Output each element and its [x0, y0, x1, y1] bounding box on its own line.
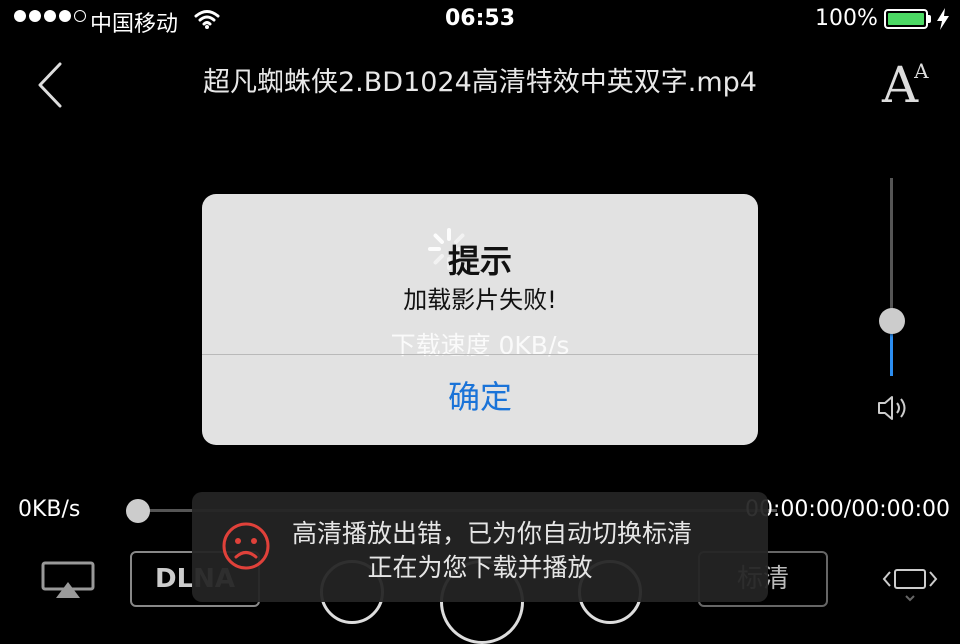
font-size-button[interactable]: AA — [882, 56, 933, 114]
download-speed-label: 0KB/s — [18, 497, 81, 522]
airplay-icon — [41, 561, 95, 598]
font-icon-large: A — [882, 56, 919, 114]
battery-fill — [888, 13, 924, 25]
speaker-icon[interactable] — [876, 394, 910, 426]
alert-ok-button[interactable]: 确定 — [202, 355, 758, 445]
battery-percent: 100% — [815, 6, 878, 31]
resize-icon — [882, 569, 938, 602]
charging-bolt-icon — [936, 8, 950, 36]
font-icon-small: A — [914, 59, 929, 83]
alert-dialog: 提示 加载影片失败! 下载速度 0KB/s 确定 — [202, 194, 758, 445]
airplay-button[interactable] — [40, 560, 96, 604]
error-toast: 高清播放出错，已为你自动切换标清 正在为您下载并播放 — [192, 492, 768, 602]
back-button[interactable] — [30, 60, 70, 114]
alert-message: 加载影片失败! — [403, 286, 557, 314]
volume-slider-knob[interactable] — [879, 308, 905, 334]
chevron-left-icon — [38, 62, 62, 108]
progress-knob[interactable] — [126, 499, 150, 523]
toast-message-line2: 正在为您下载并播放 — [367, 553, 593, 582]
battery-nub — [928, 15, 931, 23]
playback-time: 00:00:00/00:00:00 — [745, 497, 951, 522]
video-title: 超凡蜘蛛侠2.BD1024高清特效中英双字.mp4 — [203, 67, 757, 98]
screen-resize-button[interactable] — [880, 564, 940, 608]
status-bar: 中国移动 06:53 100% — [0, 0, 960, 40]
toast-message-line1: 高清播放出错，已为你自动切换标清 — [292, 519, 693, 548]
alert-title: 提示 — [447, 242, 512, 280]
battery-icon — [884, 9, 928, 29]
